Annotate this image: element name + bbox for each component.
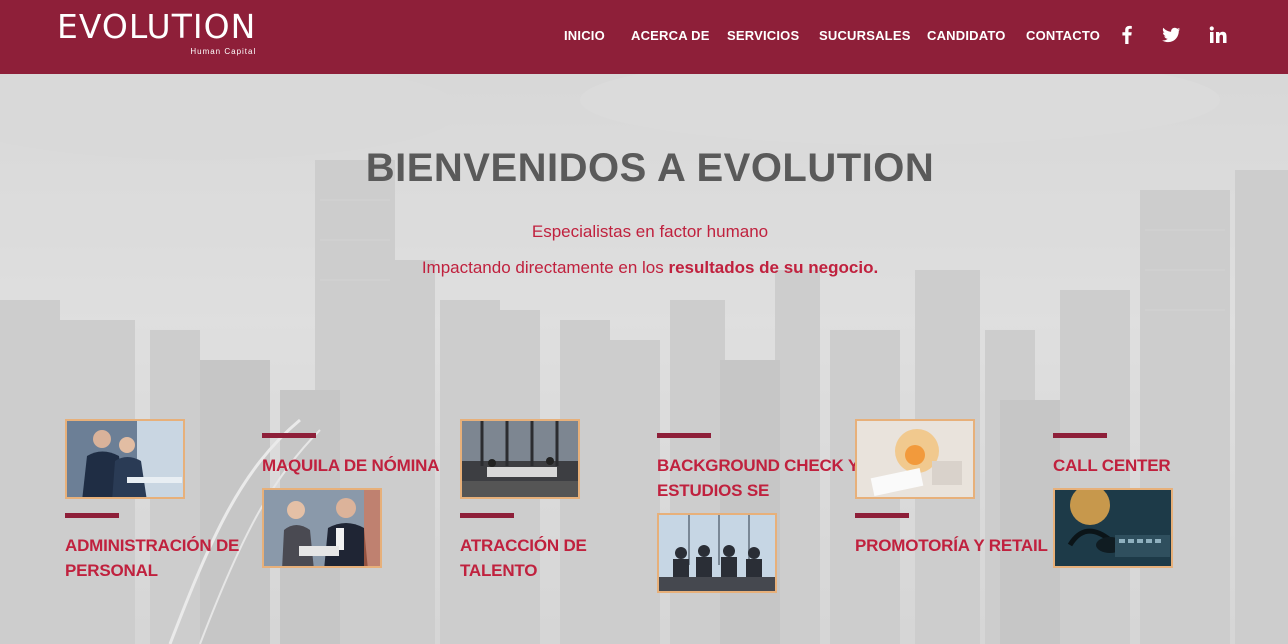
- boardroom-image[interactable]: [657, 513, 777, 593]
- hero-subtitle: Especialistas en factor humano: [531, 222, 769, 241]
- team-review-image[interactable]: [262, 488, 382, 568]
- service-divider: [262, 433, 316, 438]
- twitter-icon[interactable]: [1160, 24, 1182, 46]
- service-divider: [657, 433, 711, 438]
- nav-contacto[interactable]: CONTACTO: [1026, 28, 1100, 43]
- service-call-center[interactable]: CALL CENTER: [1053, 453, 1171, 478]
- site-header: EVOLUTION Human Capital INICIO ACERCA DE…: [0, 0, 1288, 74]
- retail-payment-image[interactable]: [855, 419, 975, 499]
- nav-inicio[interactable]: INICIO: [564, 28, 605, 43]
- service-administracion-de-personal[interactable]: ADMINISTRACIÓN DE PERSONAL: [65, 533, 239, 583]
- service-background-check[interactable]: BACKGROUND CHECK Y ESTUDIOS SE: [657, 453, 859, 503]
- hero-tagline: Impactando directamente en los resultado…: [421, 258, 879, 277]
- nav-acerca-de[interactable]: ACERCA DE: [631, 28, 710, 43]
- service-atraccion-de-talento[interactable]: ATRACCIÓN DE TALENTO: [460, 533, 587, 583]
- page-title: BIENVENIDOS A EVOLUTION: [365, 146, 935, 190]
- business-meeting-image[interactable]: [65, 419, 185, 499]
- brand-name: EVOLUTION: [57, 7, 257, 46]
- brand-tagline: Human Capital: [190, 47, 257, 56]
- nav-servicios[interactable]: SERVICIOS: [727, 28, 799, 43]
- brand-logo[interactable]: EVOLUTION Human Capital: [57, 7, 257, 57]
- service-divider: [65, 513, 119, 518]
- nav-candidato[interactable]: CANDIDATO: [927, 28, 1006, 43]
- service-divider: [460, 513, 514, 518]
- service-maquila-de-nomina[interactable]: MAQUILA DE NÓMINA: [262, 453, 439, 478]
- linkedin-icon[interactable]: [1207, 24, 1229, 46]
- headset-image[interactable]: [1053, 488, 1173, 568]
- service-divider: [855, 513, 909, 518]
- facebook-icon[interactable]: [1116, 24, 1138, 46]
- service-promotoria-y-retail[interactable]: PROMOTORÍA Y RETAIL: [855, 533, 1048, 558]
- office-room-image[interactable]: [460, 419, 580, 499]
- service-divider: [1053, 433, 1107, 438]
- nav-sucursales[interactable]: SUCURSALES: [819, 28, 911, 43]
